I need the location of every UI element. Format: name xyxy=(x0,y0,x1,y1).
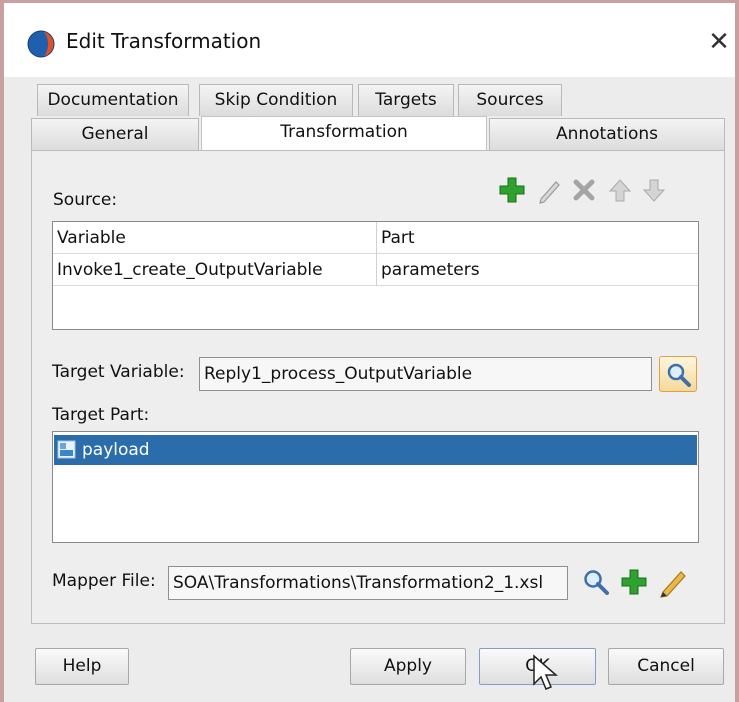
payload-icon xyxy=(57,440,76,459)
cancel-button[interactable]: Cancel xyxy=(608,648,724,685)
list-item[interactable]: payload xyxy=(54,435,697,465)
column-header-variable[interactable]: Variable xyxy=(53,222,375,254)
tab-annotations[interactable]: Annotations xyxy=(489,118,725,150)
tab-sources[interactable]: Sources xyxy=(458,84,562,116)
cell-variable: Invoke1_create_OutputVariable xyxy=(57,260,323,280)
add-icon[interactable] xyxy=(620,568,648,596)
target-variable-label: Target Variable: xyxy=(52,362,185,382)
mapper-file-label: Mapper File: xyxy=(52,571,156,591)
window-frame-left xyxy=(0,0,4,702)
edit-icon[interactable] xyxy=(657,566,689,598)
tab-general[interactable]: General xyxy=(31,118,199,150)
tab-transformation[interactable]: Transformation xyxy=(201,116,487,151)
tab-documentation[interactable]: Documentation xyxy=(37,84,189,116)
tab-targets[interactable]: Targets xyxy=(358,84,454,116)
column-header-part[interactable]: Part xyxy=(377,222,697,254)
search-icon xyxy=(667,363,691,387)
title-bar: Edit Transformation ✕ xyxy=(4,3,735,77)
mouse-cursor-icon xyxy=(533,654,558,690)
browse-variable-button[interactable] xyxy=(659,356,697,392)
tab-skip-condition[interactable]: Skip Condition xyxy=(199,84,353,116)
column-divider xyxy=(376,222,377,286)
mapper-file-field[interactable]: SOA\Transformations\Transformation2_1.xs… xyxy=(168,566,568,600)
search-icon[interactable] xyxy=(582,568,610,596)
source-label: Source: xyxy=(53,190,118,210)
move-down-icon[interactable] xyxy=(640,176,668,204)
target-part-label: Target Part: xyxy=(52,405,150,425)
target-variable-field[interactable]: Reply1_process_OutputVariable xyxy=(199,357,652,391)
close-button[interactable]: ✕ xyxy=(704,27,734,57)
dialog-title: Edit Transformation xyxy=(66,29,262,53)
list-item-label: payload xyxy=(82,440,150,460)
delete-icon[interactable] xyxy=(570,176,598,204)
move-up-icon[interactable] xyxy=(606,176,634,204)
app-logo-icon xyxy=(27,30,55,58)
window-frame-right xyxy=(735,0,739,702)
edit-icon[interactable] xyxy=(536,176,564,204)
add-icon[interactable] xyxy=(498,176,526,204)
help-button[interactable]: Help xyxy=(35,648,129,685)
target-part-list[interactable]: payload xyxy=(52,431,699,543)
source-table[interactable]: Variable Part Invoke1_create_OutputVaria… xyxy=(52,221,699,330)
apply-button[interactable]: Apply xyxy=(350,648,466,685)
cell-part: parameters xyxy=(381,260,480,280)
